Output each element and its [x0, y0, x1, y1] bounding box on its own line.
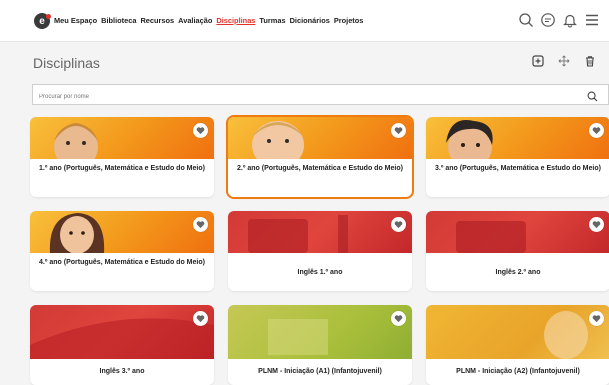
heart-icon [196, 221, 205, 229]
card-label: PLNM - Iniciação (A2) (Infantojuvenil) [456, 368, 580, 375]
card-label: Inglês 3.º ano [99, 368, 145, 375]
card-image [426, 305, 609, 359]
search-bar [32, 84, 609, 107]
nav-biblioteca[interactable]: Biblioteca [101, 16, 136, 25]
students-photo-icon [268, 319, 328, 355]
discipline-card[interactable]: Inglês 3.º ano [30, 305, 214, 385]
discipline-card[interactable]: PLNM - Iniciação (A1) (Infantojuvenil) [228, 305, 412, 385]
app-logo[interactable]: e [34, 13, 51, 29]
favorite-button[interactable] [589, 311, 604, 326]
search-icon[interactable] [517, 10, 535, 30]
card-image [426, 117, 609, 159]
child-photo-icon [252, 121, 304, 159]
discipline-card[interactable]: PLNM - Iniciação (A2) (Infantojuvenil) [426, 305, 609, 385]
card-label: Inglês 1.º ano [297, 269, 343, 276]
card-image [30, 211, 214, 253]
card-label: Inglês 2.º ano [495, 269, 541, 276]
header-actions [517, 10, 601, 30]
discipline-card[interactable]: Inglês 1.º ano [228, 211, 412, 291]
favorite-button[interactable] [193, 311, 208, 326]
card-label: 3.º ano (Português, Matemática e Estudo … [435, 165, 601, 172]
discipline-card[interactable]: 1.º ano (Português, Matemática e Estudo … [30, 117, 214, 197]
menu-icon[interactable] [583, 10, 601, 30]
favorite-button[interactable] [193, 217, 208, 232]
nav-turmas[interactable]: Turmas [259, 16, 285, 25]
card-label: PLNM - Iniciação (A1) (Infantojuvenil) [258, 368, 382, 375]
main-nav: Meu Espaço Biblioteca Recursos Avaliação… [54, 16, 363, 25]
heart-icon [394, 127, 403, 135]
card-image [30, 117, 214, 159]
nav-projetos[interactable]: Projetos [334, 16, 364, 25]
child-photo-icon [54, 123, 98, 159]
discipline-card[interactable]: Inglês 2.º ano [426, 211, 609, 291]
heart-icon [592, 127, 601, 135]
discipline-card[interactable]: 3.º ano (Português, Matemática e Estudo … [426, 117, 609, 197]
card-image [228, 117, 412, 159]
heart-icon [394, 315, 403, 323]
card-image [228, 305, 412, 359]
nav-recursos[interactable]: Recursos [140, 16, 174, 25]
top-bar: e Meu Espaço Biblioteca Recursos Avaliaç… [0, 0, 609, 42]
child-photo-icon [49, 213, 105, 253]
card-label: 1.º ano (Português, Matemática e Estudo … [39, 165, 205, 172]
london-photo-icon [456, 221, 526, 253]
heart-icon [394, 221, 403, 229]
card-image [228, 211, 412, 253]
discipline-card[interactable]: 2.º ano (Português, Matemática e Estudo … [226, 115, 414, 199]
favorite-button[interactable] [391, 311, 406, 326]
add-icon[interactable] [531, 54, 545, 68]
nav-meu-espaco[interactable]: Meu Espaço [54, 16, 97, 25]
trash-icon[interactable] [583, 54, 597, 68]
page-toolbar [531, 54, 597, 68]
bell-icon[interactable] [561, 10, 579, 30]
nav-disciplinas[interactable]: Disciplinas [216, 16, 255, 25]
child-photo-icon [446, 119, 493, 159]
heart-icon [592, 315, 601, 323]
favorite-button[interactable] [589, 217, 604, 232]
card-image [426, 211, 609, 253]
favorite-button[interactable] [193, 123, 208, 138]
discipline-card[interactable]: 4.º ano (Português, Matemática e Estudo … [30, 211, 214, 291]
card-image [30, 305, 214, 359]
heart-icon [592, 221, 601, 229]
nav-avaliacao[interactable]: Avaliação [178, 16, 212, 25]
move-icon[interactable] [557, 54, 571, 68]
favorite-button[interactable] [391, 217, 406, 232]
heart-icon [196, 315, 205, 323]
favorite-button[interactable] [589, 123, 604, 138]
card-label: 2.º ano (Português, Matemática e Estudo … [237, 165, 403, 172]
favorite-button[interactable] [391, 123, 406, 138]
student-photo-icon [544, 311, 588, 359]
search-input[interactable] [33, 87, 608, 107]
chat-icon[interactable] [539, 10, 557, 30]
search-icon[interactable] [587, 89, 598, 107]
london-photo-icon [248, 215, 348, 253]
page-title: Disciplinas [33, 55, 100, 71]
card-label: 4.º ano (Português, Matemática e Estudo … [39, 259, 205, 266]
london-photo-icon [30, 318, 214, 359]
heart-icon [196, 127, 205, 135]
nav-dicionarios[interactable]: Dicionários [290, 16, 330, 25]
